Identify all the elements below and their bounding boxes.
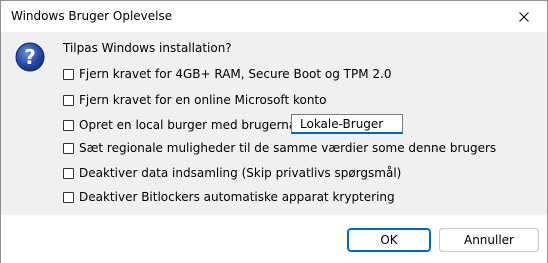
svg-text:?: ? [24,45,36,69]
dialog-body: ? Tilpas Windows installation? Fjern kra… [1,32,547,214]
option-label: Sæt regionale muligheder til de samme væ… [79,141,497,155]
option-bypass-requirements[interactable]: Fjern kravet for 4GB+ RAM, Secure Boot o… [63,66,392,82]
option-label: Deaktiver Bitlockers automatiske apparat… [79,190,395,204]
ok-button[interactable]: OK [347,228,431,252]
window-title: Windows Bruger Oplevelse [11,9,173,23]
username-input[interactable] [291,114,403,134]
checkbox[interactable] [63,191,74,203]
cancel-button[interactable]: Annuller [439,228,539,252]
checkbox[interactable] [63,94,74,106]
dialog-window: Windows Bruger Oplevelse ? Tilpas Window… [0,0,548,263]
option-disable-data-collection[interactable]: Deaktiver data indsamling (Skip privatli… [63,165,401,181]
checkbox[interactable] [63,119,74,131]
checkbox[interactable] [63,167,74,179]
option-label: Deaktiver data indsamling (Skip privatli… [79,166,402,180]
question-icon: ? [15,42,45,72]
title-bar: Windows Bruger Oplevelse [1,1,547,32]
prompt-text: Tilpas Windows installation? [63,41,232,55]
option-create-local-user[interactable]: Opret en local burger med brugernavn: [63,117,315,133]
checkbox[interactable] [63,68,74,80]
option-label: Opret en local burger med brugernavn: [79,118,315,132]
option-bypass-online-account[interactable]: Fjern kravet for en online Microsoft kon… [63,92,326,108]
close-icon [519,11,529,22]
option-label: Fjern kravet for 4GB+ RAM, Secure Boot o… [79,67,392,81]
option-disable-bitlocker[interactable]: Deaktiver Bitlockers automatiske apparat… [63,189,395,205]
close-button[interactable] [501,1,547,32]
option-label: Fjern kravet for en online Microsoft kon… [79,93,327,107]
option-regional-settings[interactable]: Sæt regionale muligheder til de samme væ… [63,140,496,156]
checkbox[interactable] [63,142,74,154]
